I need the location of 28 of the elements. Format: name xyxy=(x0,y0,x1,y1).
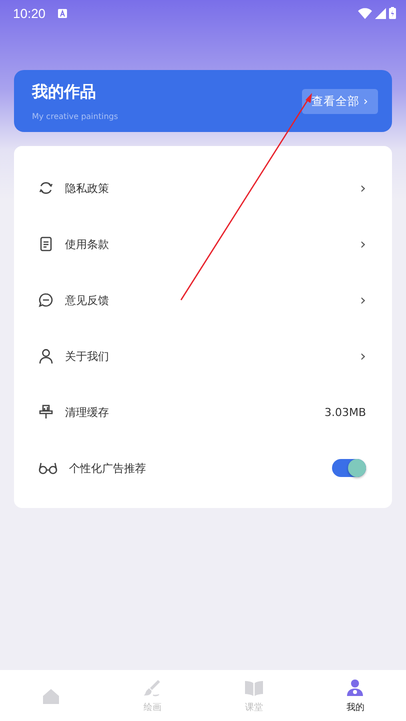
setting-label[interactable]: 使用条款 xyxy=(65,236,349,252)
toggle-switch[interactable] xyxy=(332,459,366,477)
setting-label[interactable]: 清理缓存 xyxy=(65,404,314,420)
status-time: 10:20 xyxy=(13,6,46,20)
brush-icon xyxy=(38,404,54,420)
chevron-icon: › xyxy=(360,179,366,197)
signal-icon xyxy=(375,8,386,18)
chevron-icon: › xyxy=(360,347,366,365)
setting-label[interactable]: 关于我们 xyxy=(65,348,349,364)
card-title: 我的作品 xyxy=(32,82,97,102)
setting-label[interactable]: 意见反馈 xyxy=(65,292,349,308)
brush-icon xyxy=(142,678,162,698)
nav-tab[interactable]: 我的 xyxy=(304,670,406,721)
chevron-icon: › xyxy=(360,291,366,309)
cache-size: 3.03MB xyxy=(324,406,366,418)
refresh-icon xyxy=(38,180,54,196)
person-icon xyxy=(38,348,54,364)
document-icon xyxy=(38,236,54,252)
user-icon xyxy=(345,678,366,698)
chat-icon xyxy=(38,292,54,308)
card-subtitle: My creative paintings xyxy=(32,112,120,120)
notification-icon xyxy=(58,8,67,18)
setting-label[interactable]: 隐私政策 xyxy=(65,180,349,196)
wifi-icon xyxy=(358,8,372,18)
glasses-icon xyxy=(38,461,58,475)
setting-label[interactable]: 个性化广告推荐 xyxy=(69,460,321,476)
battery-icon xyxy=(389,7,396,19)
chevron-icon: › xyxy=(360,235,366,253)
